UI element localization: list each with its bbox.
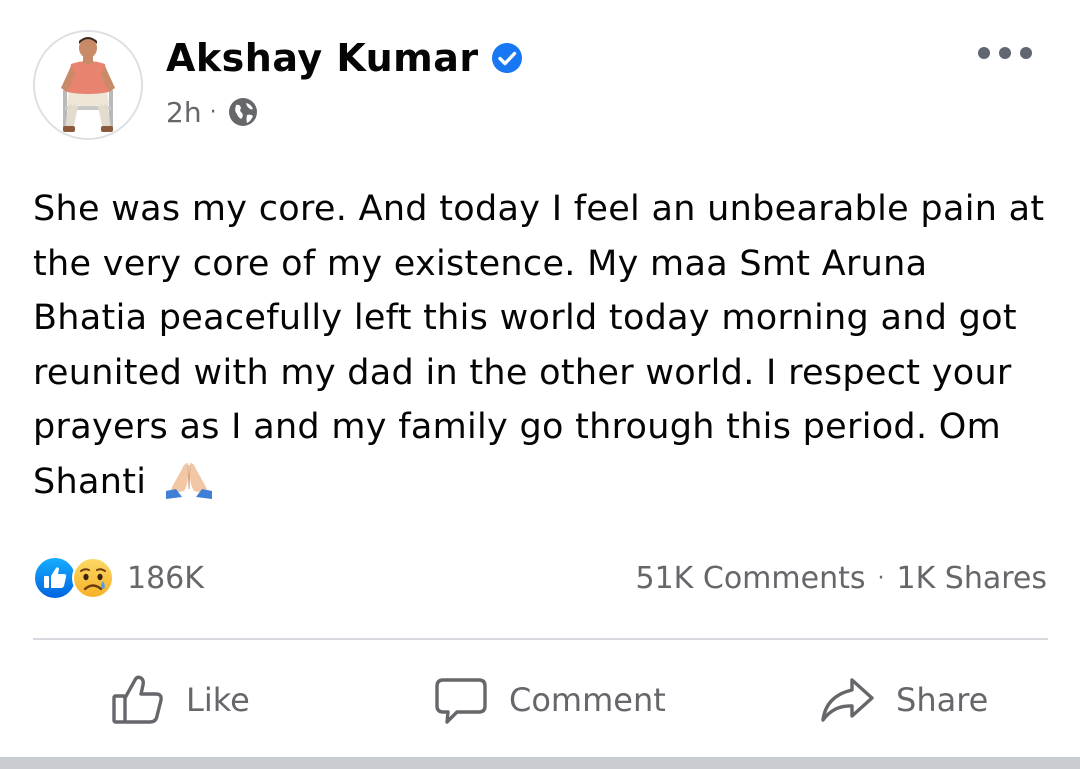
divider — [33, 638, 1048, 640]
comment-button[interactable]: Comment — [433, 662, 666, 738]
profile-photo — [35, 32, 141, 138]
post-body: She was my core. And today I feel an unb… — [33, 189, 1045, 502]
post-meta: 2h · — [166, 92, 259, 132]
sad-reaction-icon — [71, 556, 115, 600]
post-timestamp[interactable]: 2h — [166, 96, 202, 129]
post-text: She was my core. And today I feel an unb… — [33, 182, 1048, 509]
shares-count-link[interactable]: 1K Shares — [897, 561, 1048, 596]
engagement-stats: 51K Comments · 1K Shares — [636, 556, 1048, 600]
comment-bubble-icon — [435, 678, 487, 724]
avatar[interactable] — [33, 30, 143, 140]
post-header: Akshay Kumar — [166, 30, 523, 86]
reaction-count: 186K — [127, 560, 204, 596]
share-button[interactable]: Share — [818, 662, 988, 738]
share-label: Share — [896, 681, 989, 719]
stats-separator: · — [877, 565, 885, 591]
ellipsis-icon — [978, 47, 990, 59]
feed-separator — [0, 757, 1080, 769]
comment-label: Comment — [509, 681, 666, 719]
globe-icon[interactable] — [227, 96, 259, 128]
comments-count-link[interactable]: 51K Comments — [636, 561, 866, 596]
author-name[interactable]: Akshay Kumar — [166, 36, 479, 80]
meta-separator: · — [209, 99, 217, 125]
verified-badge-icon — [491, 42, 523, 74]
more-options-button[interactable] — [978, 36, 1032, 70]
like-label: Like — [186, 681, 250, 719]
reactions-summary[interactable]: 186K — [33, 552, 204, 604]
action-bar: Like Comment Share — [0, 662, 1080, 738]
ellipsis-dot — [999, 47, 1011, 59]
facebook-post: Akshay Kumar 2h · She was my core. And t… — [0, 0, 1080, 769]
share-arrow-icon — [821, 678, 874, 722]
ellipsis-dot — [1020, 47, 1032, 59]
thumbs-up-icon — [112, 675, 163, 724]
like-button[interactable]: Like — [110, 662, 250, 738]
folded-hands-icon — [162, 461, 216, 499]
